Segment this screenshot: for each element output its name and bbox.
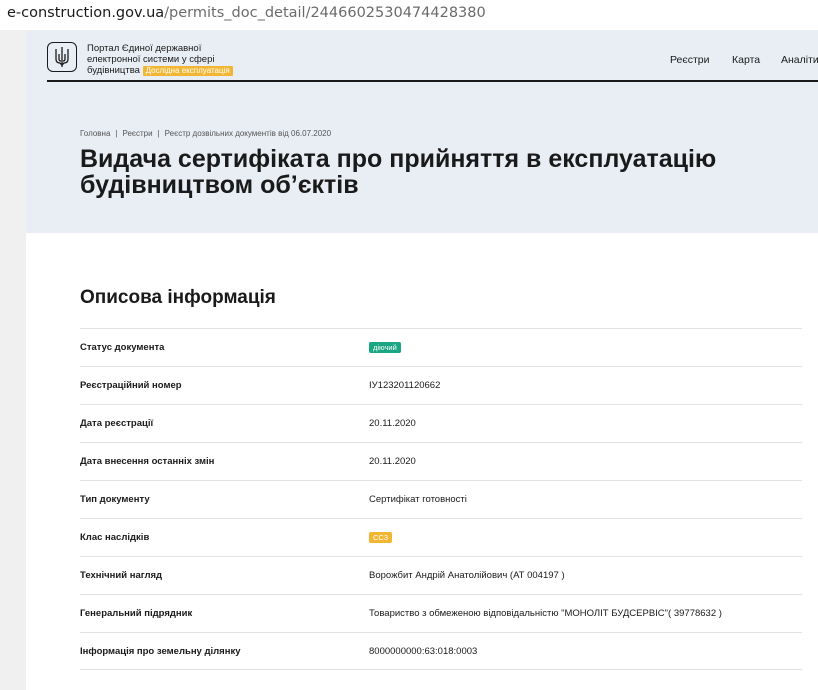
portal-title[interactable]: Портал Єдиної державної електронної сист… [87, 43, 257, 76]
info-row-last-change: Дата внесення останніх змін 20.11.2020 [80, 442, 802, 480]
nav-map[interactable]: Карта [732, 54, 760, 66]
info-value: Товариство з обмеженою відповідальністю … [369, 608, 722, 619]
status-badge: діючий [369, 341, 401, 353]
info-label: Тип документу [80, 494, 150, 505]
info-label: Технічний нагляд [80, 570, 163, 581]
info-label: Дата реєстрації [80, 418, 154, 429]
info-value: Сертифікат готовності [369, 494, 467, 505]
info-value: 8000000000:63:018:0003 [369, 646, 478, 657]
info-row-supervision: Технічний нагляд Ворожбит Андрій Анатолі… [80, 556, 802, 594]
info-value: ІУ123201120662 [369, 380, 441, 391]
site-header: Портал Єдиної державної електронної сист… [47, 36, 818, 82]
breadcrumb-registries[interactable]: Реєстри [122, 129, 152, 138]
info-row-reg-number: Реєстраційний номер ІУ123201120662 [80, 366, 802, 404]
page-title: Видача сертифіката про прийняття в експл… [80, 146, 818, 198]
trident-logo-icon[interactable] [47, 42, 77, 72]
address-bar[interactable]: e-construction.gov.ua/permits_doc_detail… [0, 0, 818, 30]
class-badge: СС3 [369, 531, 393, 543]
info-label: Клас наслідків [80, 532, 150, 543]
info-row-consequence-class: Клас наслідків СС3 [80, 518, 802, 556]
breadcrumb-home[interactable]: Головна [80, 129, 110, 138]
breadcrumb: Головна | Реєстри | Реєстр дозвільних докуме… [80, 129, 331, 138]
pilot-badge: Дослідна експлуатація [142, 66, 233, 76]
portal-title-line1: Портал Єдиної державної [87, 43, 202, 54]
portal-title-line2: електронної системи у сфері [87, 54, 215, 65]
page-title-line2: будівництвом об’єктів [80, 171, 359, 199]
info-row-contractor: Генеральний підрядник Товариство з обмеж… [80, 594, 802, 632]
info-label: Реєстраційний номер [80, 380, 182, 391]
info-label: Інформація про земельну ділянку [80, 646, 241, 657]
info-value: 20.11.2020 [369, 418, 416, 429]
url-path: /permits_doc_detail/2446602530474428380 [164, 5, 486, 21]
nav-registries[interactable]: Реєстри [670, 54, 710, 66]
info-table: Статус документа діючий Реєстраційний но… [80, 328, 802, 670]
breadcrumb-separator: | [115, 129, 118, 138]
breadcrumb-separator: | [157, 129, 160, 138]
nav-analytics[interactable]: Аналіти [781, 54, 818, 66]
info-row-doc-type: Тип документу Сертифікат готовності [80, 480, 802, 518]
breadcrumb-current[interactable]: Реєстр дозвільних документів від 06.07.2… [165, 129, 331, 138]
info-value: 20.11.2020 [369, 456, 416, 467]
section-title: Описова інформація [80, 287, 276, 308]
info-label: Дата внесення останніх змін [80, 456, 215, 467]
left-gutter [0, 30, 26, 690]
info-value: Ворожбит Андрій Анатолійович (АТ 004197 … [369, 570, 565, 581]
info-row-status: Статус документа діючий [80, 328, 802, 366]
info-label: Статус документа [80, 342, 165, 353]
url-host: e-construction.gov.ua [7, 5, 165, 21]
page-title-line1: Видача сертифіката про прийняття в експл… [80, 145, 717, 173]
info-label: Генеральний підрядник [80, 608, 193, 619]
info-row-reg-date: Дата реєстрації 20.11.2020 [80, 404, 802, 442]
portal-title-line3: будівництва [87, 65, 140, 76]
info-row-land-plot: Інформація про земельну ділянку 80000000… [80, 632, 802, 670]
